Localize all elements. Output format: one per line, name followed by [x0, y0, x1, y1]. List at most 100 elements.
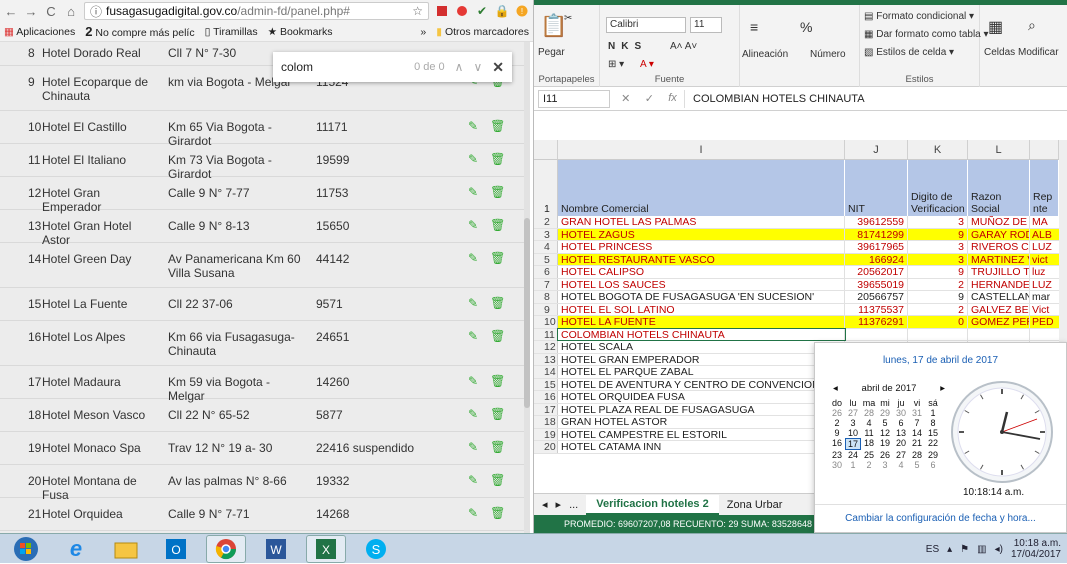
bookmark-bookmarks[interactable]: ★ Bookmarks	[268, 26, 333, 38]
cell-rep[interactable]: LUZ	[1030, 279, 1059, 290]
calendar-day[interactable]: 6	[893, 418, 909, 428]
bookmark-tiramillas[interactable]: ▯ Tiramillas	[205, 26, 258, 38]
col-header-i[interactable]: I	[558, 140, 845, 159]
home-icon[interactable]: ⌂	[64, 4, 78, 19]
cell-razon[interactable]: TRUJILLO TU	[968, 266, 1030, 278]
row-number[interactable]: 10	[534, 316, 558, 328]
calendar-day[interactable]: 4	[893, 460, 909, 470]
header-cell-nombre[interactable]: Nombre Comercial	[558, 160, 845, 216]
delete-icon[interactable]: 🗑	[490, 440, 505, 454]
cell-razon[interactable]: GARAY RODR	[968, 228, 1030, 240]
font-name-select[interactable]: Calibri	[606, 17, 686, 33]
cell-nombre[interactable]: HOTEL EL PARQUE ZABAL	[558, 366, 845, 378]
cell-razon[interactable]: MUÑOZ DE G	[968, 216, 1030, 228]
row-number[interactable]: 19	[534, 428, 558, 440]
cell-razon[interactable]: MARTINEZ V	[968, 253, 1030, 265]
cell-rep[interactable]: luz	[1030, 266, 1059, 277]
row-number[interactable]: 5	[534, 253, 558, 265]
row-number[interactable]: 9	[534, 303, 558, 315]
cell-nombre[interactable]: HOTEL PLAZA REAL DE FUSAGASUGA	[558, 403, 845, 415]
cells-button[interactable]: Celdas	[984, 47, 1015, 58]
cell-nombre[interactable]: HOTEL DE AVENTURA Y CENTRO DE CONVENCION…	[558, 378, 845, 390]
scrollbar-thumb[interactable]	[524, 218, 530, 408]
calendar-day[interactable]: 23	[829, 450, 845, 460]
calendar-day[interactable]: 28	[861, 408, 877, 418]
delete-icon[interactable]: 🗑	[490, 506, 505, 520]
apps-bookmark[interactable]: ▦ Aplicaciones	[4, 26, 75, 38]
calendar-day[interactable]: 28	[909, 450, 925, 460]
reload-icon[interactable]: C	[44, 4, 58, 19]
calendar-day[interactable]: 30	[893, 408, 909, 418]
cut-icon[interactable]: ✂	[564, 13, 572, 24]
col-header-k[interactable]: K	[908, 140, 968, 159]
row-number[interactable]: 7	[534, 278, 558, 290]
cell-nit[interactable]: 39655019	[845, 278, 908, 290]
number-button[interactable]: Número	[810, 49, 846, 60]
edit-icon[interactable]: ✎	[468, 473, 478, 487]
cell-styles-button[interactable]: ▧ Estilos de celda ▾	[864, 47, 954, 58]
cell-digito[interactable]: 9	[908, 228, 968, 240]
info-icon[interactable]: ⓘ	[90, 3, 102, 19]
more-bookmarks-button[interactable]: »	[420, 26, 426, 38]
cell-nit[interactable]: 20566757	[845, 291, 908, 303]
cell-nombre[interactable]: HOTEL LOS SAUCES	[558, 278, 845, 290]
table-format-button[interactable]: ▦ Dar formato como tabla ▾	[864, 29, 989, 40]
cell-nit[interactable]: 11376291	[845, 316, 908, 328]
cell-rep[interactable]: LUZ	[1030, 241, 1059, 252]
alert-icon[interactable]: !	[515, 4, 529, 18]
cell-nit[interactable]: 11375537	[845, 303, 908, 315]
select-all[interactable]	[534, 140, 558, 159]
cell-nombre[interactable]: HOTEL CATAMA INN	[558, 441, 845, 453]
cell-razon[interactable]: GOMEZ PERE	[968, 316, 1030, 328]
edit-icon[interactable]: ✎	[468, 407, 478, 421]
prev-month-icon[interactable]: ◂	[833, 383, 838, 394]
cell-nombre[interactable]: HOTEL ORQUIDEA FUSA	[558, 391, 845, 403]
bookmark-no-compre[interactable]: 2 No compre más pelíc	[85, 24, 194, 39]
calendar-day[interactable]: 9	[829, 428, 845, 438]
edit-icon[interactable]: ✎	[468, 374, 478, 388]
header-cell-razon[interactable]: Razon Social	[968, 160, 1030, 216]
delete-icon[interactable]: 🗑	[490, 152, 505, 166]
other-bookmarks[interactable]: ▮ Otros marcadores	[436, 26, 529, 38]
cell-nombre[interactable]: HOTEL BOGOTA DE FUSAGASUGA 'EN SUCESION'	[558, 291, 845, 303]
cell-digito[interactable]: 3	[908, 216, 968, 228]
calendar-day[interactable]: 15	[925, 428, 941, 438]
calendar-day[interactable]: 1	[925, 408, 941, 418]
cell-nombre[interactable]: HOTEL LA FUENTE	[558, 316, 845, 328]
formula-input[interactable]: COLOMBIAN HOTELS CHINAUTA	[684, 89, 1067, 108]
calendar-day[interactable]: 5	[877, 418, 893, 428]
cell-nombre[interactable]: GRAN HOTEL ASTOR	[558, 416, 845, 428]
cell-nombre[interactable]: COLOMBIAN HOTELS CHINAUTA	[557, 327, 846, 341]
modify-button[interactable]: Modificar	[1018, 47, 1059, 58]
calendar-day[interactable]: 5	[909, 460, 925, 470]
find-next-icon[interactable]: ∨	[473, 60, 482, 74]
binoculars-icon[interactable]: ⌕	[1028, 17, 1036, 34]
calendar-day[interactable]: 22	[925, 438, 941, 450]
tab-zona-urbana[interactable]: Zona Urbar	[727, 499, 783, 511]
calendar-day[interactable]: 31	[909, 408, 925, 418]
cell-nombre[interactable]: HOTEL GRAN EMPERADOR	[558, 353, 845, 365]
edit-icon[interactable]: ✎	[468, 440, 478, 454]
cell-nombre[interactable]: HOTEL PRINCESS	[558, 241, 845, 253]
calendar-day[interactable]: 26	[877, 450, 893, 460]
cell-nit[interactable]	[845, 328, 908, 340]
row-number[interactable]: 8	[534, 291, 558, 303]
edit-icon[interactable]: ✎	[468, 251, 478, 265]
calendar-day[interactable]: 2	[829, 418, 845, 428]
show-hidden-icons-icon[interactable]: ▴	[947, 544, 952, 555]
start-button[interactable]	[6, 535, 46, 563]
row-number[interactable]: 12	[534, 341, 558, 353]
word-icon[interactable]: W	[256, 535, 296, 563]
next-month-icon[interactable]: ▸	[940, 383, 945, 394]
find-prev-icon[interactable]: ∧	[455, 60, 464, 74]
cell-razon[interactable]: RIVEROS CAS	[968, 241, 1030, 253]
edit-icon[interactable]: ✎	[468, 296, 478, 310]
cell-rep[interactable]: MA	[1030, 216, 1059, 227]
row-number[interactable]: 3	[534, 228, 558, 240]
edit-icon[interactable]: ✎	[468, 152, 478, 166]
extension-circle-icon[interactable]	[455, 4, 469, 18]
calendar-day[interactable]: 18	[861, 438, 877, 450]
page-scrollbar[interactable]	[524, 42, 530, 533]
more-sheets[interactable]: ...	[569, 499, 578, 511]
calendar-day[interactable]: 3	[845, 418, 861, 428]
